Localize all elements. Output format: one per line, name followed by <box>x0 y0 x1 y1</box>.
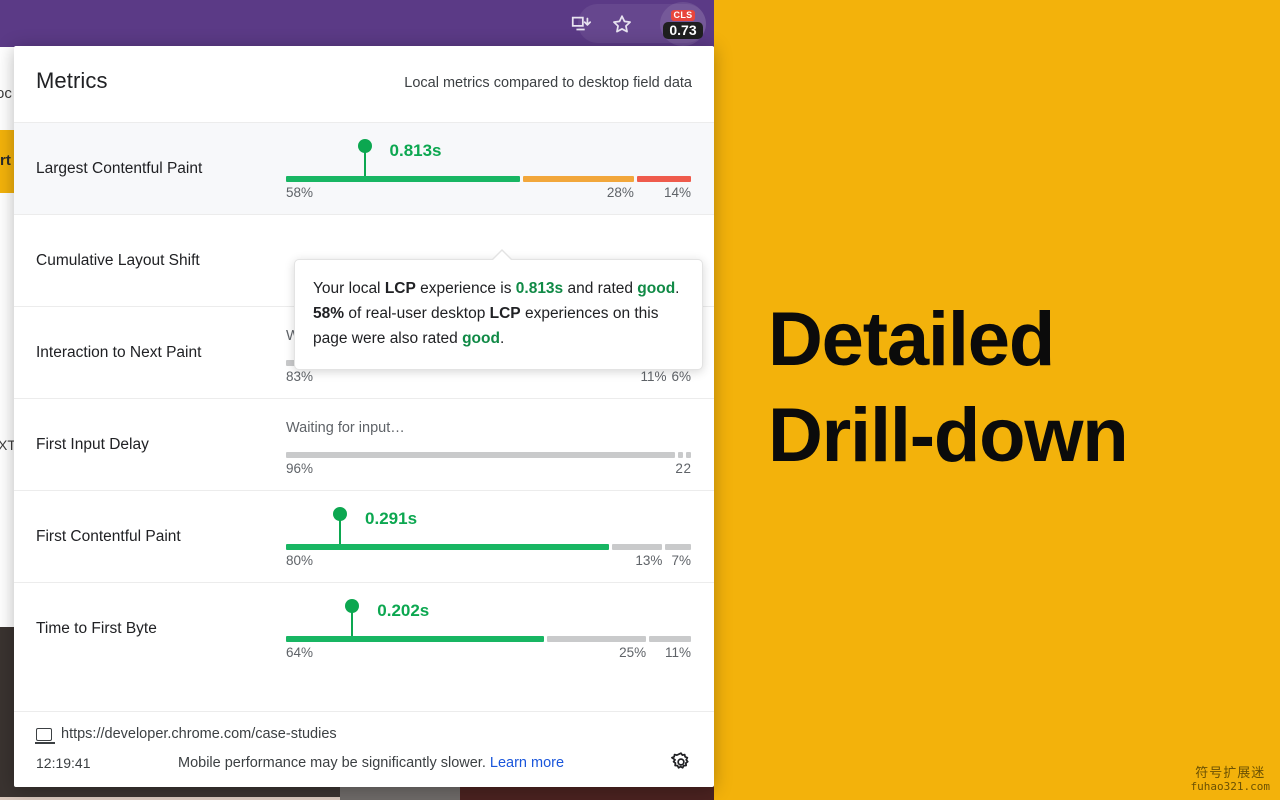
watermark-url: fuhao321.com <box>1190 780 1270 794</box>
metric-marker-dot <box>357 138 372 153</box>
metric-row[interactable]: First Input Delay Waiting for input… 96% 2 2 <box>14 398 714 490</box>
tt-s1: Your local <box>313 280 385 297</box>
bar-segment-percent: 13% <box>635 552 663 568</box>
tt-s5: of real-user desktop <box>344 305 490 322</box>
metric-name: First Contentful Paint <box>36 527 181 545</box>
cls-badge-label: CLS <box>670 9 696 21</box>
promo-line-1: Detailed <box>768 297 1055 382</box>
metric-distribution-bar <box>286 635 694 642</box>
metric-name: Time to First Byte <box>36 619 157 637</box>
bg-text-fragment-1: oc <box>0 85 12 102</box>
bar-segment <box>685 451 691 458</box>
bar-segment-percent: 80% <box>286 552 314 568</box>
tt-s2: experience is <box>415 280 516 297</box>
metric-name: First Input Delay <box>36 435 149 453</box>
footer-note: Mobile performance may be significantly … <box>178 755 564 771</box>
metric-row[interactable]: Largest Contentful Paint 0.813s 58% 28% 14% <box>14 122 714 214</box>
learn-more-link[interactable]: Learn more <box>490 755 564 771</box>
metric-name: Interaction to Next Paint <box>36 343 202 361</box>
metric-waiting-text: Waiting for input… <box>286 419 405 436</box>
bar-segment-percent: 58% <box>286 184 314 200</box>
tt-b1: LCP <box>384 280 416 297</box>
cls-badge-value: 0.73 <box>663 21 703 39</box>
install-app-icon[interactable] <box>570 13 592 40</box>
tooltip-text: Your local LCP experience is 0.813s and … <box>313 276 684 351</box>
bar-segment <box>286 451 675 458</box>
bar-segment <box>286 175 520 182</box>
metric-row[interactable]: Time to First Byte 0.202s 64% 25% 11% <box>14 582 714 674</box>
panel-footer: https://developer.chrome.com/case-studie… <box>14 711 714 787</box>
tt-g1: 0.813s <box>515 280 564 297</box>
bar-segment <box>636 175 691 182</box>
panel-header: Metrics Local metrics compared to deskto… <box>14 46 714 122</box>
footer-note-text: Mobile performance may be significantly … <box>178 755 486 771</box>
bar-segment-percent: 64% <box>286 644 314 660</box>
metric-marker-dot <box>333 506 348 521</box>
panel-title: Metrics <box>36 68 108 93</box>
bar-segment <box>649 635 691 642</box>
bar-segment <box>547 635 647 642</box>
bar-segment-percent: 7% <box>671 552 691 568</box>
bar-segment-percent: 96% <box>286 460 314 476</box>
tt-g2: good <box>637 280 676 297</box>
metric-distribution-bar <box>286 451 694 458</box>
tt-s4: . <box>675 280 680 297</box>
bar-segment <box>286 635 545 642</box>
web-vitals-panel: Metrics Local metrics compared to deskto… <box>14 46 714 787</box>
metric-marker-dot <box>345 598 360 613</box>
panel-subtitle: Local metrics compared to desktop field … <box>404 75 692 91</box>
metric-row[interactable]: First Contentful Paint 0.291s 80% 13% 7% <box>14 490 714 582</box>
screenshot-root: Detailed Drill-down 符号扩展迷 fuhao321.com o… <box>0 0 1280 800</box>
settings-gear-icon[interactable] <box>670 751 692 778</box>
bar-segment-percent: 14% <box>663 184 691 200</box>
metric-visualization: Waiting for input… 96% 2 2 <box>286 417 694 476</box>
web-vitals-extension-badge[interactable]: CLS 0.73 <box>660 2 706 46</box>
metric-value: 0.291s <box>365 508 418 528</box>
bar-segment-percent: 6% <box>671 368 691 384</box>
metrics-list: Largest Contentful Paint 0.813s 58% 28% 14% C… <box>14 122 714 674</box>
metric-name: Cumulative Layout Shift <box>36 251 200 269</box>
browser-toolbar: CLS 0.73 <box>0 0 714 47</box>
watermark: 符号扩展迷 fuhao321.com <box>1190 765 1270 794</box>
bar-segment-percent: 11% <box>664 644 691 660</box>
promo-panel: Detailed Drill-down 符号扩展迷 fuhao321.com <box>714 0 1280 800</box>
tt-s3: and rated <box>563 280 638 297</box>
metric-distribution-bar <box>286 175 694 182</box>
lcp-tooltip: Your local LCP experience is 0.813s and … <box>294 249 703 370</box>
metric-visualization: 0.202s 64% 25% 11% <box>286 598 694 660</box>
bar-segment <box>677 451 683 458</box>
metric-distribution-bar <box>286 543 694 550</box>
metric-visualization: 0.291s 80% 13% 7% <box>286 506 694 568</box>
metric-visualization: 0.813s 58% 28% 14% <box>286 138 694 200</box>
footer-meta-row: 12:19:41 Mobile performance may be signi… <box>36 752 692 771</box>
footer-url[interactable]: https://developer.chrome.com/case-studie… <box>61 726 337 742</box>
desktop-icon <box>35 727 55 744</box>
bar-segment <box>286 543 610 550</box>
bar-segment-percent: 83% <box>286 368 314 384</box>
watermark-cn: 符号扩展迷 <box>1195 765 1266 781</box>
tt-b3: LCP <box>489 305 521 322</box>
bookmark-star-icon[interactable] <box>611 13 633 40</box>
bar-segment <box>612 543 663 550</box>
metric-value: 0.813s <box>389 140 442 160</box>
bar-segment <box>522 175 634 182</box>
tt-s7: . <box>499 330 505 347</box>
footer-url-row[interactable]: https://developer.chrome.com/case-studie… <box>35 726 692 744</box>
tooltip-arrow <box>492 251 512 261</box>
bg-text-fragment-2: rt <box>0 152 11 169</box>
bar-segment-percent: 25% <box>619 644 647 660</box>
metric-value: 0.202s <box>377 600 430 620</box>
metric-name: Largest Contentful Paint <box>36 159 203 177</box>
promo-heading: Detailed Drill-down <box>768 292 1268 484</box>
promo-line-2: Drill-down <box>768 392 1129 478</box>
bar-segment-percent: 2 <box>683 460 691 476</box>
tt-g3: good <box>462 330 500 347</box>
bar-segment-percent: 11% <box>640 368 667 384</box>
tt-b2: 58% <box>313 305 345 322</box>
bar-segment-percent: 28% <box>606 184 634 200</box>
bar-segment <box>665 543 691 550</box>
footer-timestamp: 12:19:41 <box>36 755 91 771</box>
bar-segment-percent: 2 <box>675 460 683 476</box>
